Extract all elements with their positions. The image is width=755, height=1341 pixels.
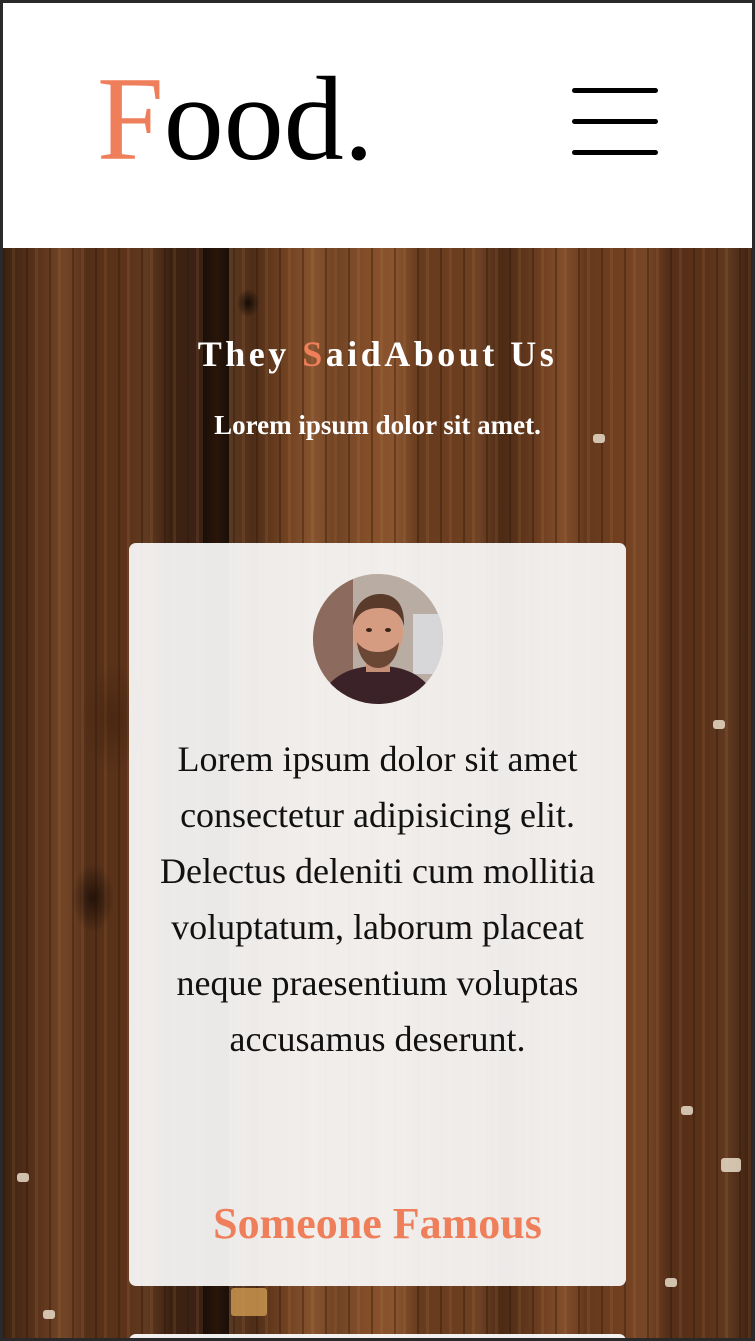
- background-crumb: [681, 1106, 693, 1115]
- menu-bar: [572, 119, 658, 124]
- site-header: Food.: [3, 3, 752, 248]
- background-crumb: [665, 1278, 677, 1287]
- testimonial-card-next: [129, 1334, 626, 1338]
- page: Food. They SaidAbout Us Lorem ipsum dolo…: [0, 0, 755, 1341]
- background-crumb: [43, 1310, 55, 1319]
- testimonial-card: Lorem ipsum dolor sit amet consectetur a…: [129, 543, 626, 1286]
- section-title-part1: They: [197, 334, 303, 374]
- section-title: They SaidAbout Us: [3, 333, 752, 375]
- background-crumb: [17, 1173, 29, 1182]
- background-crumb: [231, 1288, 267, 1316]
- avatar: [313, 574, 443, 704]
- background-crumb: [721, 1158, 741, 1172]
- testimonial-author: Someone Famous: [213, 1199, 542, 1248]
- testimonials-section: They SaidAbout Us Lorem ipsum dolor sit …: [3, 248, 752, 1338]
- menu-bar: [572, 88, 658, 93]
- section-title-accent: S: [302, 334, 326, 374]
- background-crumb: [713, 720, 725, 729]
- menu-bar: [572, 150, 658, 155]
- logo[interactable]: Food.: [97, 59, 374, 179]
- testimonial-quote: Lorem ipsum dolor sit amet consectetur a…: [160, 739, 595, 1059]
- hamburger-menu-icon[interactable]: [572, 88, 658, 156]
- section-subtitle: Lorem ipsum dolor sit amet.: [214, 410, 541, 440]
- logo-accent-letter: F: [97, 52, 164, 185]
- avatar-image: [313, 574, 443, 704]
- section-title-part2: aidAbout Us: [325, 334, 558, 374]
- logo-text: ood.: [163, 52, 374, 185]
